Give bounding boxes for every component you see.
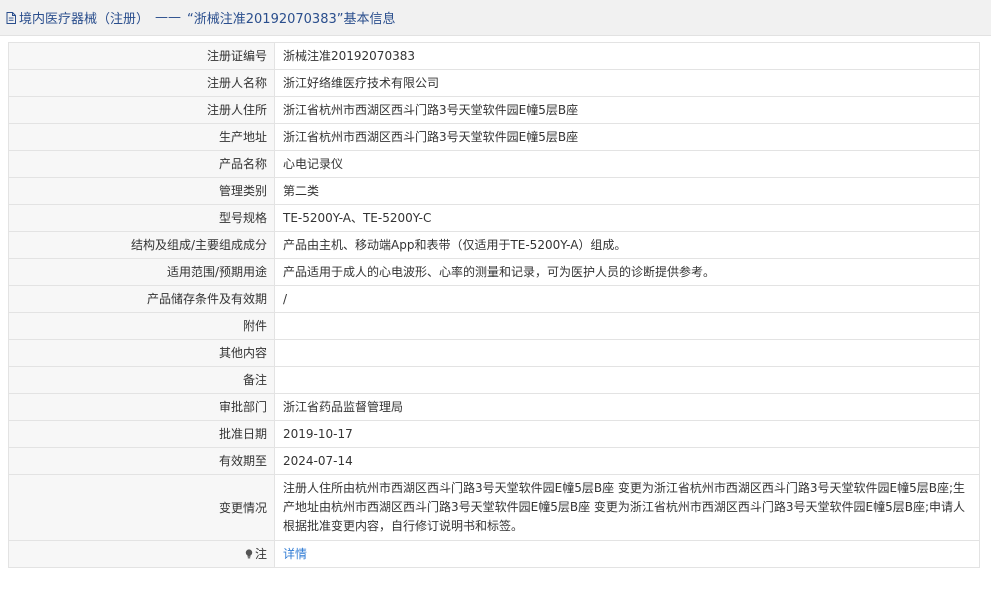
row-value: 浙江省杭州市西湖区西斗门路3号天堂软件园E幢5层B座: [274, 123, 980, 151]
row-value: 2019-10-17: [274, 420, 980, 448]
table-row: 管理类别 第二类: [8, 177, 980, 205]
table-row: 注册人住所 浙江省杭州市西湖区西斗门路3号天堂软件园E幢5层B座: [8, 96, 980, 124]
table-row: 产品储存条件及有效期 /: [8, 285, 980, 313]
row-value: 2024-07-14: [274, 447, 980, 475]
table-row: 变更情况 注册人住所由杭州市西湖区西斗门路3号天堂软件园E幢5层B座 变更为浙江…: [8, 474, 980, 541]
row-label: 注册人住所: [8, 96, 275, 124]
row-label: 产品储存条件及有效期: [8, 285, 275, 313]
row-label: 注册人名称: [8, 69, 275, 97]
row-label: 适用范围/预期用途: [8, 258, 275, 286]
row-label: 型号规格: [8, 204, 275, 232]
row-label: 变更情况: [8, 474, 275, 541]
header-separator: ——: [155, 10, 182, 25]
row-value: [274, 366, 980, 394]
row-label: 附件: [8, 312, 275, 340]
row-label: 其他内容: [8, 339, 275, 367]
document-icon: [6, 11, 16, 24]
row-value: 浙江好络维医疗技术有限公司: [274, 69, 980, 97]
table-row: 附件: [8, 312, 980, 340]
row-value: 浙江省杭州市西湖区西斗门路3号天堂软件园E幢5层B座: [274, 96, 980, 124]
row-value: 产品由主机、移动端App和表带（仅适用于TE-5200Y-A）组成。: [274, 231, 980, 259]
page-header: 境内医疗器械（注册） —— “浙械注准20192070383”基本信息: [0, 0, 991, 36]
table-row: 备注: [8, 366, 980, 394]
details-link[interactable]: 详情: [283, 547, 307, 561]
table-row: 适用范围/预期用途 产品适用于成人的心电波形、心率的测量和记录，可为医护人员的诊…: [8, 258, 980, 286]
header-category: 境内医疗器械（注册）: [19, 12, 150, 27]
row-value: 注册人住所由杭州市西湖区西斗门路3号天堂软件园E幢5层B座 变更为浙江省杭州市西…: [274, 474, 980, 541]
row-value: [274, 339, 980, 367]
table-row: 批准日期 2019-10-17: [8, 420, 980, 448]
table-row: 其他内容: [8, 339, 980, 367]
note-row: 注 详情: [8, 540, 980, 568]
table-row: 审批部门 浙江省药品监督管理局: [8, 393, 980, 421]
row-value: 浙械注准20192070383: [274, 42, 980, 70]
row-value: TE-5200Y-A、TE-5200Y-C: [274, 204, 980, 232]
row-label: 审批部门: [8, 393, 275, 421]
info-table: 注册证编号 浙械注准20192070383 注册人名称 浙江好络维医疗技术有限公…: [8, 42, 980, 568]
row-value: 第二类: [274, 177, 980, 205]
table-row: 有效期至 2024-07-14: [8, 447, 980, 475]
row-label: 备注: [8, 366, 275, 394]
table-row: 生产地址 浙江省杭州市西湖区西斗门路3号天堂软件园E幢5层B座: [8, 123, 980, 151]
row-value: 产品适用于成人的心电波形、心率的测量和记录，可为医护人员的诊断提供参考。: [274, 258, 980, 286]
row-label: 生产地址: [8, 123, 275, 151]
row-value: /: [274, 285, 980, 313]
row-label: 有效期至: [8, 447, 275, 475]
table-row: 注册证编号 浙械注准20192070383: [8, 42, 980, 70]
table-row: 产品名称 心电记录仪: [8, 150, 980, 178]
row-value: [274, 312, 980, 340]
row-value: 心电记录仪: [274, 150, 980, 178]
row-label: 产品名称: [8, 150, 275, 178]
note-value-cell: 详情: [274, 540, 980, 568]
row-label: 管理类别: [8, 177, 275, 205]
table-row: 结构及组成/主要组成成分 产品由主机、移动端App和表带（仅适用于TE-5200…: [8, 231, 980, 259]
note-label: 注: [254, 547, 267, 561]
lightbulb-icon: [245, 549, 253, 559]
row-label: 批准日期: [8, 420, 275, 448]
row-label: 结构及组成/主要组成成分: [8, 231, 275, 259]
row-label: 注册证编号: [8, 42, 275, 70]
row-value: 浙江省药品监督管理局: [274, 393, 980, 421]
header-title: “浙械注准20192070383”基本信息: [187, 12, 396, 27]
table-row: 注册人名称 浙江好络维医疗技术有限公司: [8, 69, 980, 97]
table-row: 型号规格 TE-5200Y-A、TE-5200Y-C: [8, 204, 980, 232]
note-label-cell: 注: [8, 540, 275, 568]
